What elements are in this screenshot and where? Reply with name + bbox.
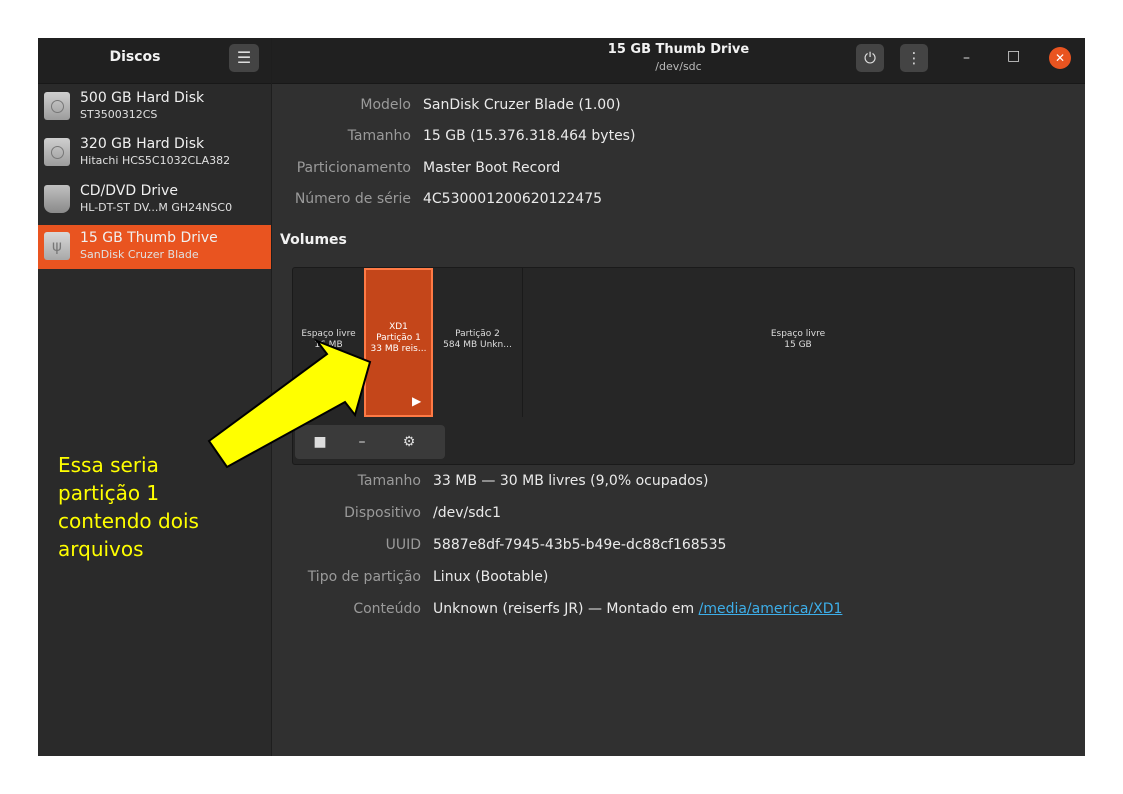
gears-icon: ⚙: [402, 434, 416, 450]
volume-free-space-large[interactable]: Espaço livre 15 GB: [522, 268, 1074, 417]
size-label: Tamanho: [347, 128, 411, 144]
partition-type-label: Tipo de partição: [307, 569, 421, 585]
segment-size: 584 MB Unkn...: [443, 340, 512, 350]
volume-partition-2[interactable]: Partição 2 584 MB Unkn...: [433, 268, 523, 417]
kebab-menu-icon: ⋮: [906, 49, 922, 67]
maximize-button[interactable]: □: [1007, 48, 1020, 64]
serial-value: 4C530001200620122475: [423, 191, 603, 207]
drive-model: HL-DT-ST DV...M GH24NSC0: [80, 201, 233, 214]
unmount-button[interactable]: ■: [301, 425, 339, 459]
hamburger-menu-button[interactable]: ☰: [229, 44, 259, 72]
stop-icon: ■: [313, 434, 327, 450]
drive-name: 320 GB Hard Disk: [80, 136, 205, 152]
app-title: Discos: [109, 49, 161, 65]
device-label: Dispositivo: [344, 505, 421, 521]
delete-partition-button[interactable]: –: [343, 425, 381, 459]
partitioning-value: Master Boot Record: [423, 160, 561, 176]
uuid-value: 5887e8df-7945-43b5-b49e-dc88cf168535: [433, 537, 727, 553]
volume-free-space[interactable]: Espaço livre 16 MB: [293, 268, 365, 417]
play-icon: ▶: [412, 394, 422, 408]
drive-item-500gb[interactable]: 500 GB Hard Disk ST3500312CS: [38, 85, 271, 129]
serial-label: Número de série: [294, 191, 411, 207]
optical-drive-icon: [44, 185, 70, 213]
minimize-icon: –: [963, 50, 970, 66]
partition-size-label: Tamanho: [357, 473, 421, 489]
close-button[interactable]: ✕: [1049, 47, 1071, 69]
model-value: SanDisk Cruzer Blade (1.00): [423, 97, 621, 113]
segment-label: Espaço livre: [770, 329, 826, 339]
usb-icon: ψ: [44, 232, 70, 260]
drive-name: 15 GB Thumb Drive: [80, 230, 218, 246]
annotation-text: Essa seria partição 1 contendo dois arqu…: [58, 453, 199, 561]
header-bar: 15 GB Thumb Drive /dev/sdc ⏻ ⋮ – □ ✕: [272, 38, 1085, 84]
partition-type-value: Linux (Bootable): [433, 569, 549, 585]
segment-label: Espaço livre: [301, 329, 356, 339]
minus-icon: –: [358, 434, 366, 450]
drive-options-button[interactable]: ⋮: [900, 44, 928, 72]
hard-disk-icon: [44, 138, 70, 166]
segment-size: 15 GB: [784, 340, 812, 350]
segment-name: Partição 1: [376, 333, 421, 343]
hard-disk-icon: [44, 92, 70, 120]
sidebar: Discos ☰ 500 GB Hard Disk ST3500312CS 32…: [38, 38, 272, 756]
contents-label: Conteúdo: [353, 601, 421, 617]
drive-model: Hitachi HCS5C1032CLA382: [80, 154, 231, 167]
volume-toolbar: ■ – ⚙: [295, 425, 445, 459]
drive-item-320gb[interactable]: 320 GB Hard Disk Hitachi HCS5C1032CLA382: [38, 131, 271, 175]
mount-point-link[interactable]: /media/america/XD1: [699, 601, 843, 617]
drive-name: 500 GB Hard Disk: [80, 90, 205, 106]
contents-text: Unknown (reiserfs JR) — Montado em: [433, 601, 699, 617]
segment-size: 33 MB reis...: [370, 344, 427, 354]
hamburger-icon: ☰: [236, 48, 252, 67]
partition-options-button[interactable]: ⚙: [390, 425, 428, 459]
drive-name: CD/DVD Drive: [80, 183, 178, 199]
maximize-icon: □: [1007, 48, 1021, 64]
size-value: 15 GB (15.376.318.464 bytes): [423, 128, 636, 144]
segment-label: Partição 2: [455, 329, 500, 339]
segment-label: XD1: [389, 322, 408, 332]
partition-size-value: 33 MB — 30 MB livres (9,0% ocupados): [433, 473, 709, 489]
model-label: Modelo: [360, 97, 411, 113]
power-off-button[interactable]: ⏻: [856, 44, 884, 72]
contents-value: Unknown (reiserfs JR) — Montado em /medi…: [433, 601, 842, 617]
drive-item-thumb-drive[interactable]: ψ 15 GB Thumb Drive SanDisk Cruzer Blade: [38, 225, 271, 269]
sidebar-header: Discos ☰: [38, 38, 271, 84]
device-value: /dev/sdc1: [433, 505, 502, 521]
partitioning-label: Particionamento: [296, 160, 411, 176]
segment-size: 16 MB: [314, 340, 343, 350]
drive-model: ST3500312CS: [80, 108, 158, 121]
drive-item-cd-dvd[interactable]: CD/DVD Drive HL-DT-ST DV...M GH24NSC0: [38, 178, 271, 222]
volume-map: Espaço livre 16 MB XD1 Partição 1 33 MB rei…: [292, 267, 1075, 465]
drive-model: SanDisk Cruzer Blade: [80, 248, 199, 261]
disks-window: Discos ☰ 500 GB Hard Disk ST3500312CS 32…: [38, 38, 1085, 756]
uuid-label: UUID: [385, 537, 421, 553]
volume-partition-1[interactable]: XD1 Partição 1 33 MB reis... ▶: [364, 268, 433, 417]
volumes-heading: Volumes: [280, 232, 347, 248]
minimize-button[interactable]: –: [963, 50, 970, 66]
close-icon: ✕: [1054, 51, 1066, 65]
power-icon: ⏻: [864, 49, 876, 67]
